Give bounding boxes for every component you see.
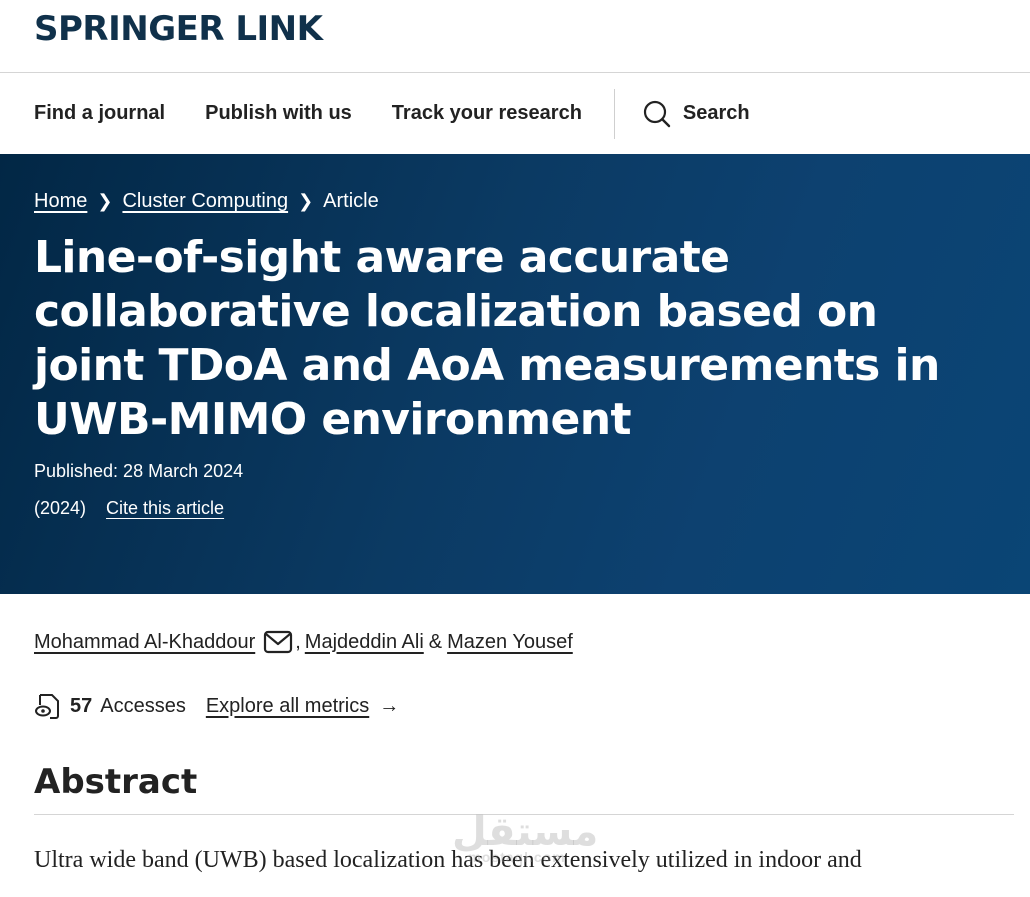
abstract-text: Ultra wide band (UWB) based localization… [34,847,862,873]
accesses-icon [35,694,59,719]
chevron-right-icon: ❯ [97,191,113,211]
watermark-arabic: مستقل [452,809,599,855]
explore-metrics-link[interactable]: Explore all metrics [206,695,369,718]
accesses-label: Accesses [100,694,186,717]
author-separator: , [295,630,301,653]
search-icon [643,100,671,127]
author-list: Mohammad Al-Khaddour , Majdeddin Ali & M… [0,630,1030,654]
publication-year: (2024) [34,498,87,518]
accesses-count: 57 [70,694,93,717]
breadcrumb: Home ❯ Cluster Computing ❯ Article [34,190,996,213]
nav-track-research[interactable]: Track your research [392,102,582,125]
published-date: Published: 28 March 2024 [34,461,244,481]
article-title: Line-of-sight aware accurate collaborati… [34,232,940,445]
abstract-heading: Abstract [34,762,1014,815]
nav-divider [613,88,615,139]
site-header: SPRINGER LINK [0,0,1030,73]
search-label: Search [682,102,750,124]
arrow-right-icon: → [379,694,400,717]
nav-publish-with-us[interactable]: Publish with us [205,102,352,125]
nav-find-journal[interactable]: Find a journal [34,102,165,125]
author-link[interactable]: Mazen Yousef [447,631,573,654]
article-metrics: 57 Accesses Explore all metrics → [0,692,1030,720]
article-header: Home ❯ Cluster Computing ❯ Article Line-… [0,154,1030,594]
springer-link-logo[interactable]: SPRINGER LINK [34,12,323,46]
search-button[interactable]: Search [643,100,750,128]
breadcrumb-home[interactable]: Home [34,190,87,213]
citation-row: (2024) Cite this article [34,498,996,519]
breadcrumb-journal[interactable]: Cluster Computing [122,190,288,213]
email-icon[interactable] [263,630,293,654]
cite-article-link[interactable]: Cite this article [106,498,224,519]
main-nav: Find a journal Publish with us Track you… [0,73,1030,154]
author-ampersand: & [428,630,443,653]
chevron-right-icon: ❯ [298,191,314,211]
author-link[interactable]: Majdeddin Ali [305,631,424,654]
breadcrumb-current: Article [323,190,379,212]
author-link[interactable]: Mohammad Al-Khaddour [34,631,255,654]
